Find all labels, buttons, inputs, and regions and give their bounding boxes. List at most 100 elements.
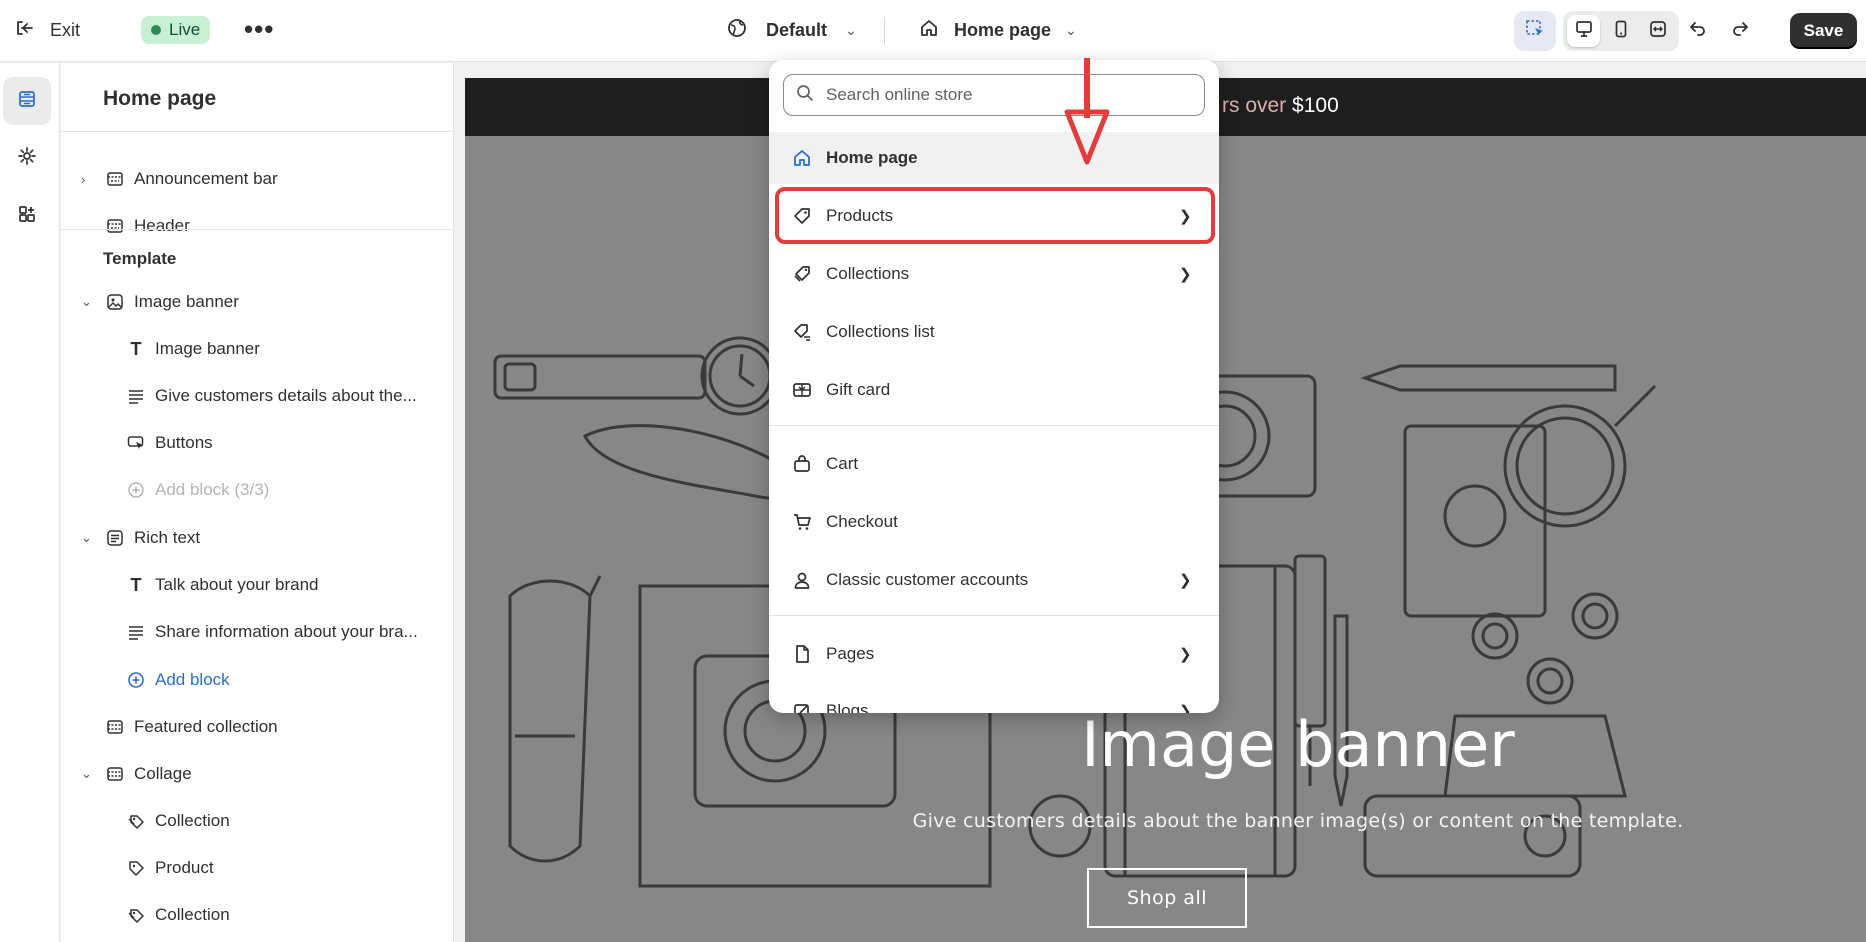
text-icon: T [130,338,142,359]
more-icon: ••• [244,14,275,44]
sections-rail-button[interactable] [3,77,51,125]
fullwidth-view-button[interactable] [1642,15,1675,47]
live-label: Live [169,20,201,39]
section-announcement-bar[interactable]: › Announcement bar [61,159,454,199]
menu-item-collections-list[interactable]: Collections list [769,306,1219,358]
menu-item-label: Pages [826,644,875,663]
page-selector-dropdown: Home page Products ❯ Collections ❯ Colle… [769,60,1219,713]
chevron-right-icon: ❯ [1179,646,1192,663]
menu-item-home-page[interactable]: Home page [769,132,1219,184]
section-header[interactable]: Header [61,206,454,246]
announcement-text-amount: $100 [1292,94,1339,117]
undo-icon [1688,18,1708,44]
collection-section-icon [105,717,125,737]
redo-button[interactable] [1730,18,1750,44]
menu-item-label: Collections [826,264,910,283]
image-icon [105,292,125,312]
block-product[interactable]: Product [61,848,454,888]
home-icon [791,147,813,169]
mobile-view-button[interactable] [1604,15,1637,47]
gift-card-icon [791,379,813,401]
add-block-label: Add block (3/3) [155,480,270,499]
block-image-banner-text[interactable]: Give customers details about the... [61,376,454,416]
expand-icon [1648,19,1668,44]
search-field[interactable] [783,74,1205,116]
collage-section-icon [105,764,125,784]
menu-item-pages[interactable]: Pages ❯ [769,628,1219,680]
plus-circle-icon [126,670,146,690]
block-buttons[interactable]: Buttons [61,423,454,463]
chevron-right-icon: ❯ [1179,208,1192,225]
block-label: Share information about your bra... [155,622,418,641]
exit-label: Exit [50,20,81,40]
section-label: Featured collection [134,717,278,736]
menu-item-label: Collections list [826,322,935,341]
apps-rail-button[interactable] [3,192,51,240]
person-icon [791,569,813,591]
shop-all-button[interactable]: Shop all [1087,868,1247,928]
chevron-down-icon: ⌄ [81,530,92,545]
section-collage[interactable]: ⌄ Collage [61,754,454,794]
template-heading: Template [103,249,177,268]
menu-item-cart[interactable]: Cart [769,438,1219,490]
block-image-banner-heading[interactable]: T Image banner [61,329,454,369]
desktop-icon [1574,19,1594,44]
block-label: Buttons [155,433,213,452]
block-rich-text-heading[interactable]: T Talk about your brand [61,565,454,605]
chevron-down-icon: ⌄ [1065,22,1077,38]
plus-circle-icon [126,480,146,500]
tags-icon [126,811,146,831]
tags-icon [791,263,813,285]
page-selector[interactable]: Home page ⌄ [918,17,1077,44]
undo-button[interactable] [1688,18,1708,44]
apps-icon [16,203,38,230]
block-collection[interactable]: Collection [61,895,454,935]
exit-icon [14,18,34,43]
exit-button[interactable]: Exit [14,18,80,43]
section-featured-collection[interactable]: Featured collection [61,707,454,747]
sections-sidebar: Home page › Announcement bar Header Temp… [61,63,454,942]
save-button[interactable]: Save [1790,13,1857,49]
more-actions-button[interactable]: ••• [244,14,274,45]
block-rich-text-paragraph[interactable]: Share information about your bra... [61,612,454,652]
menu-item-checkout[interactable]: Checkout [769,496,1219,548]
menu-item-products[interactable]: Products ❯ [769,190,1219,242]
theme-settings-rail-button[interactable] [3,134,51,182]
divider [884,18,885,44]
menu-item-blogs[interactable]: Blogs ❯ [769,685,1219,713]
chevron-right-icon: › [81,171,86,187]
search-icon [796,84,814,107]
section-image-banner[interactable]: ⌄ Image banner [61,282,454,322]
search-input[interactable] [826,85,1186,105]
mobile-icon [1611,19,1631,44]
announcement-text-dim: rs over [1222,94,1287,117]
bag-icon [791,453,813,475]
section-label: Collage [134,764,192,783]
banner-subtitle: Give customers details about the banner … [912,810,1684,832]
announcement-text: rs over $100 [1222,94,1339,118]
add-block-label: Add block [155,670,230,689]
menu-item-gift-card[interactable]: Gift card [769,364,1219,416]
block-collection[interactable]: Collection [61,801,454,841]
inspector-toggle[interactable] [1514,11,1556,51]
theme-selector[interactable]: Default ⌄ [726,17,857,44]
chevron-down-icon: ⌄ [845,22,857,38]
paragraph-icon [126,386,146,406]
select-pointer-icon [1524,18,1546,45]
add-block-button[interactable]: Add block [61,660,454,700]
menu-item-label: Gift card [826,380,891,399]
header-section-icon [105,216,125,236]
menu-item-collections[interactable]: Collections ❯ [769,248,1219,300]
section-rich-text[interactable]: ⌄ Rich text [61,518,454,558]
cart-icon [791,511,813,533]
menu-item-classic-customer-accounts[interactable]: Classic customer accounts ❯ [769,554,1219,606]
page-icon [791,643,813,665]
section-icon [105,169,125,189]
block-label: Talk about your brand [155,575,319,594]
gear-icon [16,145,38,172]
tag-icon [126,858,146,878]
blog-icon [791,700,813,713]
menu-item-label: Cart [826,454,859,473]
block-label: Collection [155,905,230,924]
desktop-view-button[interactable] [1567,15,1601,47]
